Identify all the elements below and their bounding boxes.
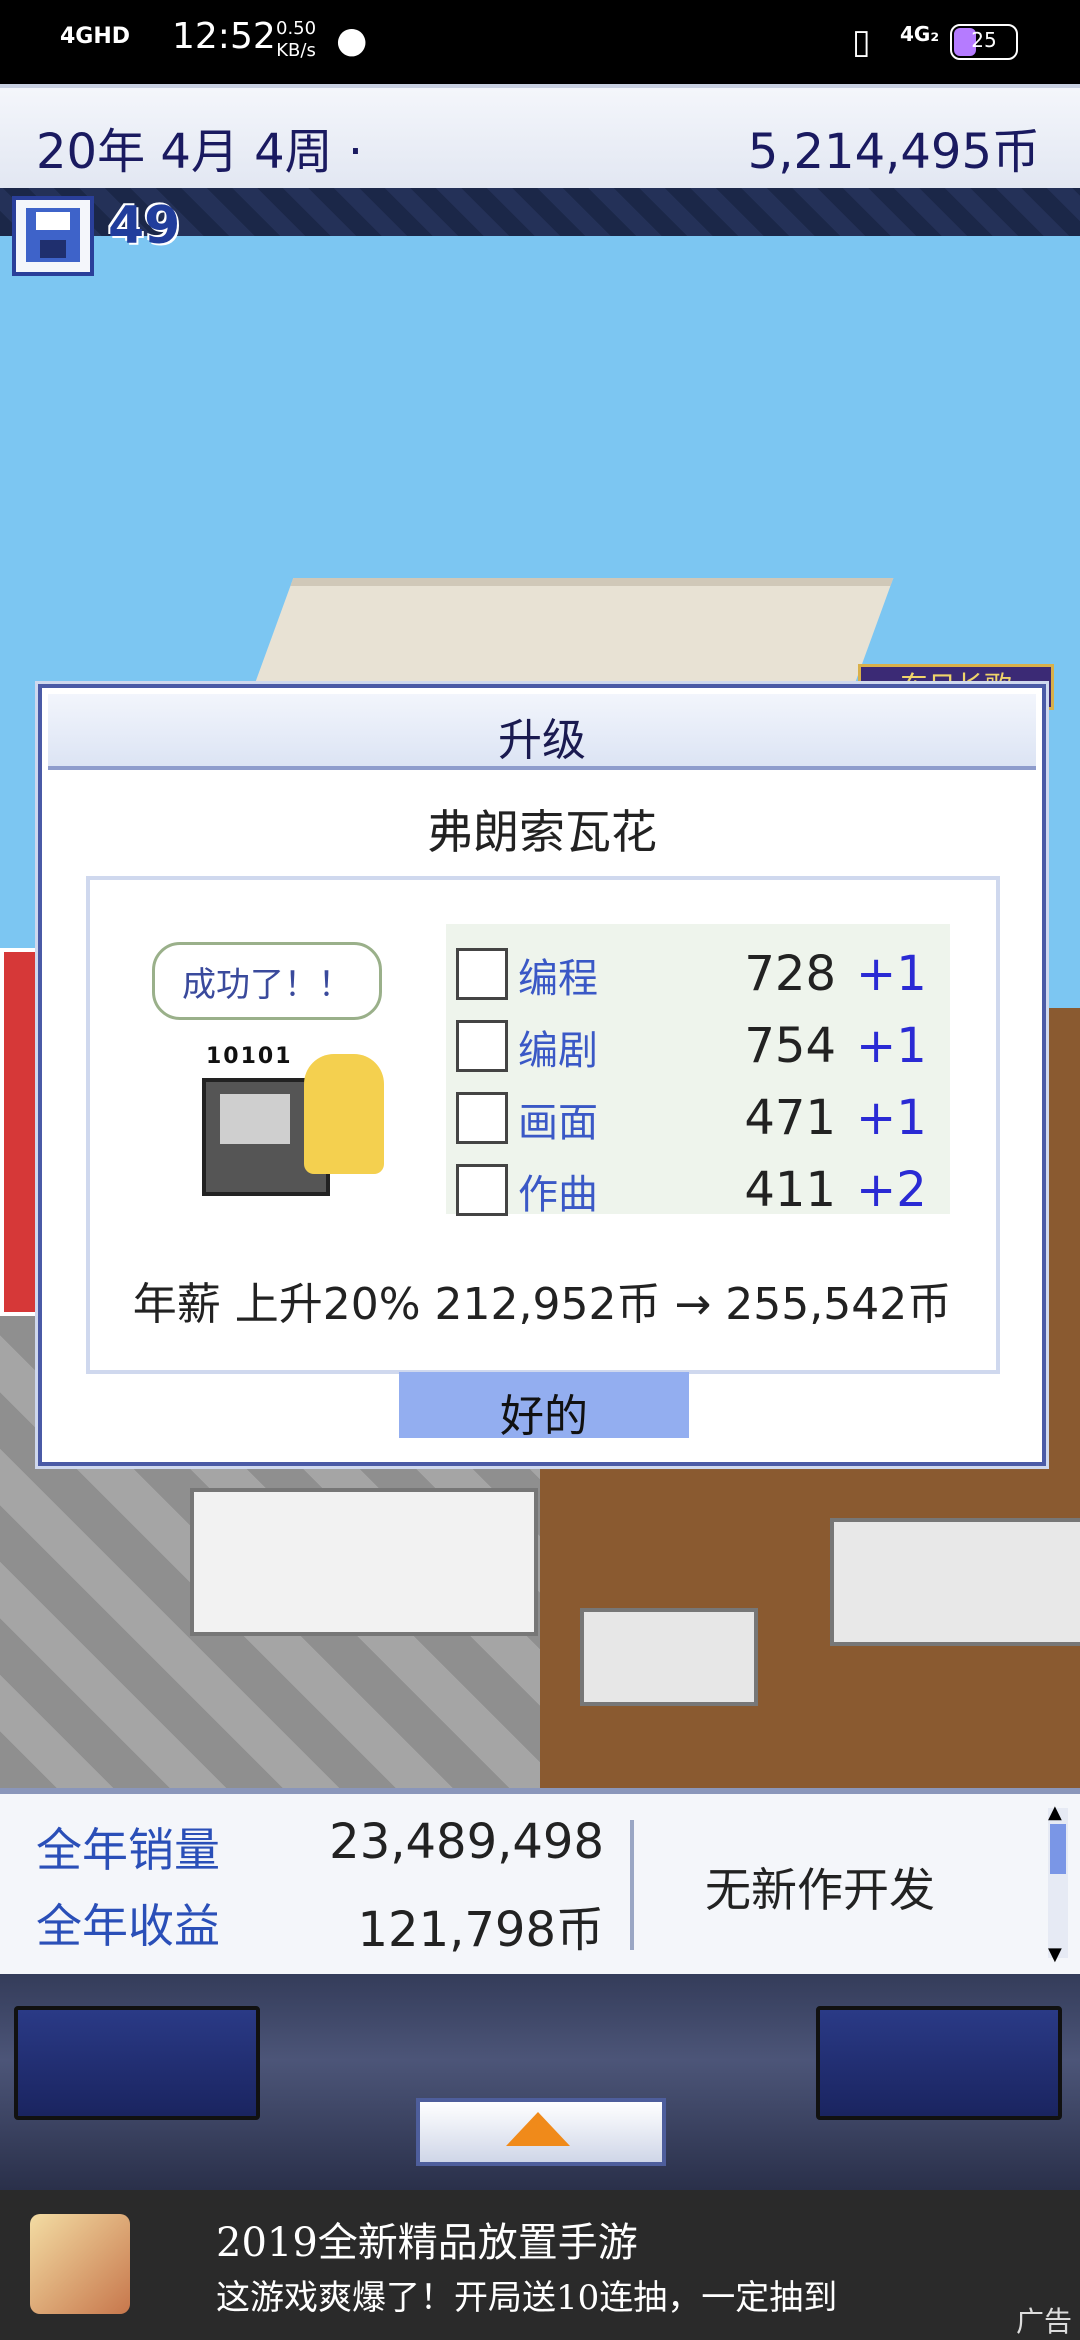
- ad-avatar: [30, 2214, 130, 2314]
- expand-menu-button[interactable]: [416, 2098, 666, 2166]
- ok-button-label: 好的: [500, 1391, 588, 1442]
- network-speed: 0.50 KB/s: [276, 18, 317, 61]
- dialog-header: 升级: [48, 694, 1036, 770]
- stat-delta: +1: [856, 1018, 927, 1074]
- network-type: 4G₂: [900, 22, 940, 46]
- stats-table: 编程 728 +1 编剧 754 +1 画面 471 +1 作曲 411 +2: [446, 924, 950, 1218]
- dialog-title: 升级: [498, 715, 586, 766]
- signal-indicator: 4GHD: [60, 24, 131, 49]
- stat-row-programming: 编程 728 +1: [446, 936, 950, 1008]
- stat-label: 编程: [518, 956, 598, 1002]
- save-count: 49: [108, 196, 181, 256]
- divider: [630, 1820, 634, 1950]
- bookshelf: [830, 1518, 1080, 1646]
- money-display: 5,214,495币: [747, 124, 1040, 180]
- computer-icon: [456, 948, 508, 1000]
- qq-penguin-icon: ●: [336, 20, 368, 61]
- scroll-down-icon[interactable]: ▼: [1048, 1944, 1062, 1965]
- status-bar: 4GHD 12:52 0.50 KB/s ● ▯ 4G₂ 25: [0, 0, 1080, 84]
- stat-label: 作曲: [518, 1172, 598, 1218]
- development-status: 无新作开发: [705, 1863, 935, 1917]
- palette-icon: [456, 1092, 508, 1144]
- stat-delta: +1: [856, 1090, 927, 1146]
- stat-value: 728: [744, 946, 836, 1002]
- salary-change: 年薪 上升20% 212,952币 → 255,542币: [132, 1279, 952, 1330]
- stat-row-graphics: 画面 471 +1: [446, 1080, 950, 1152]
- office-desk: [190, 1488, 538, 1636]
- save-button[interactable]: [12, 196, 94, 276]
- stat-value: 411: [744, 1162, 836, 1218]
- stat-delta: +2: [856, 1162, 927, 1218]
- employee-name: 弗朗索瓦花: [427, 805, 657, 859]
- ad-tag: 广告: [1015, 2305, 1072, 2338]
- office-desk: [580, 1608, 758, 1706]
- control-bar: [0, 1974, 1080, 2190]
- ad-banner[interactable]: 2019全新精品放置手游 这游戏爽爆了！开局送10连抽，一定抽到 广告: [0, 2190, 1080, 2340]
- scrollbar-thumb[interactable]: [1050, 1824, 1066, 1874]
- employee-sprite: [304, 1054, 384, 1174]
- speech-bubble: 成功了！！: [152, 942, 382, 1020]
- battery-level: 25: [971, 28, 997, 52]
- ad-subtitle: 这游戏爽爆了！开局送10连抽，一定抽到: [216, 2278, 838, 2318]
- binary-text: 10101: [206, 1044, 293, 1069]
- revenue-label: 全年收益: [36, 1899, 220, 1953]
- revenue-value: 121,798币: [357, 1902, 605, 1958]
- battery-icon: 25: [950, 24, 1018, 60]
- sales-value: 23,489,498: [329, 1814, 604, 1870]
- stat-label: 画面: [518, 1100, 598, 1146]
- game-date: 20年 4月 4周 ·: [36, 124, 364, 180]
- stat-row-scenario: 编剧 754 +1: [446, 1008, 950, 1080]
- scroll-up-icon[interactable]: ▲: [1048, 1802, 1062, 1823]
- ok-button[interactable]: 好的: [399, 1372, 689, 1442]
- stat-value: 471: [744, 1090, 836, 1146]
- stat-row-music: 作曲 411 +2: [446, 1152, 950, 1224]
- stat-delta: +1: [856, 946, 927, 1002]
- right-menu-button[interactable]: [816, 2006, 1062, 2120]
- clock: 12:52: [172, 16, 276, 57]
- bubble-text: 成功了！！: [182, 965, 352, 1005]
- left-menu-button[interactable]: [14, 2006, 260, 2120]
- trumpet-icon: [456, 1164, 508, 1216]
- arrow-up-icon: [506, 2112, 570, 2146]
- vibrate-icon: ▯: [852, 22, 871, 62]
- top-info-bar: 20年 4月 4周 · 5,214,495币: [0, 84, 1080, 194]
- ad-title: 2019全新精品放置手游: [216, 2220, 638, 2266]
- book-icon: [456, 1020, 508, 1072]
- annual-stats-panel: 全年销量 23,489,498 全年收益 121,798币 无新作开发 ▲ ▼: [0, 1788, 1080, 1980]
- floppy-disk-icon: [26, 208, 80, 262]
- scrollbar[interactable]: ▲ ▼: [1048, 1802, 1068, 1965]
- stat-label: 编剧: [518, 1028, 598, 1074]
- sales-label: 全年销量: [36, 1823, 220, 1877]
- stat-value: 754: [744, 1018, 836, 1074]
- levelup-dialog: 升级 弗朗索瓦花 成功了！！ 10101 编程 728 +1 编剧 754 +1…: [38, 684, 1046, 1466]
